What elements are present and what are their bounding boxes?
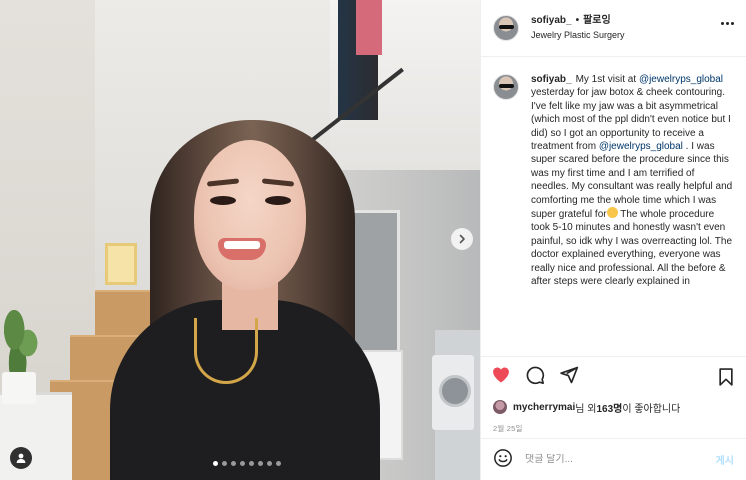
location-link[interactable]: Jewelry Plastic Surgery xyxy=(531,28,625,42)
caption-text-part: My 1st visit at xyxy=(575,74,639,85)
author-username[interactable]: sofiyab_ xyxy=(531,14,572,28)
post-sidebar: sofiyab_ 팔로잉 Jewelry Plastic Surgery sof… xyxy=(480,0,746,480)
following-button[interactable]: 팔로잉 xyxy=(576,14,611,28)
carousel-dot xyxy=(249,461,254,466)
comment-input[interactable] xyxy=(525,454,716,465)
caption-text-part: The whole procedure took 5-10 minutes an… xyxy=(531,209,733,288)
post-dialog: sofiyab_ 팔로잉 Jewelry Plastic Surgery sof… xyxy=(0,0,746,480)
dot xyxy=(726,22,729,25)
photo-bg-frame xyxy=(105,243,137,285)
avatar[interactable] xyxy=(493,15,519,41)
liker-username[interactable]: mycherrymai xyxy=(513,402,575,413)
action-bar xyxy=(481,356,746,396)
carousel-next-button[interactable] xyxy=(451,228,473,250)
photo-person-necklace xyxy=(194,318,258,384)
photo-person-eye xyxy=(265,196,291,205)
carousel-dot xyxy=(258,461,263,466)
post-date[interactable]: 2월 25일 xyxy=(481,418,746,438)
smiley-icon xyxy=(494,449,512,467)
header-text: sofiyab_ 팔로잉 Jewelry Plastic Surgery xyxy=(531,14,625,42)
caption-username[interactable]: sofiyab_ xyxy=(531,74,572,85)
comment-composer: 게시 xyxy=(481,438,746,480)
carousel-dot xyxy=(231,461,236,466)
avatar[interactable] xyxy=(493,74,519,100)
like-button[interactable] xyxy=(491,365,511,388)
caption-section: sofiyab_ My 1st visit at @jewelryps_globa… xyxy=(481,57,746,356)
caption-text: sofiyab_ My 1st visit at @jewelryps_globa… xyxy=(531,73,734,356)
send-icon xyxy=(560,366,579,384)
photo-bg-plant xyxy=(4,310,38,376)
carousel-dot xyxy=(222,461,227,466)
mention-link[interactable]: @jewelryps_global xyxy=(599,141,683,152)
dot xyxy=(721,22,724,25)
photo-person-teeth xyxy=(224,241,260,249)
carousel-dot xyxy=(240,461,245,466)
photo-bg-clothes-pink xyxy=(356,0,382,55)
comment-icon xyxy=(526,366,545,385)
likes-text: 이 좋아합니다 xyxy=(622,403,681,415)
emoji-button[interactable] xyxy=(493,448,513,471)
chevron-right-icon xyxy=(459,234,465,244)
post-comment-button[interactable]: 게시 xyxy=(716,452,734,467)
save-button[interactable] xyxy=(716,367,736,390)
more-options-icon[interactable] xyxy=(721,22,734,25)
photo-person-eye xyxy=(210,196,236,205)
mention-link[interactable]: @jewelryps_global xyxy=(639,74,723,85)
tagged-users-button[interactable] xyxy=(10,447,32,469)
avatar[interactable] xyxy=(493,400,507,414)
photo-bg-pot xyxy=(2,372,36,404)
carousel-dot xyxy=(267,461,272,466)
likes-summary: mycherrymai 님 외 163명 이 좋아합니다 xyxy=(481,396,746,418)
carousel-dot xyxy=(276,461,281,466)
carousel-dot xyxy=(213,461,218,466)
dot xyxy=(731,22,734,25)
likes-text: 님 외 xyxy=(575,403,597,415)
photo-bg-counter xyxy=(0,392,72,480)
photo-person-face xyxy=(194,140,306,290)
photo-bg-washer xyxy=(432,355,474,430)
header-line: sofiyab_ 팔로잉 xyxy=(531,14,625,28)
likes-count[interactable]: 163명 xyxy=(596,400,622,415)
user-icon xyxy=(16,453,26,463)
smiling-face-emoji-icon xyxy=(606,207,618,219)
comment-button[interactable] xyxy=(525,365,545,388)
heart-icon xyxy=(493,367,509,383)
carousel-indicator xyxy=(213,461,281,466)
post-header: sofiyab_ 팔로잉 Jewelry Plastic Surgery xyxy=(481,0,746,57)
bookmark-icon xyxy=(719,368,733,386)
post-photo[interactable] xyxy=(0,0,480,480)
share-button[interactable] xyxy=(559,365,579,388)
